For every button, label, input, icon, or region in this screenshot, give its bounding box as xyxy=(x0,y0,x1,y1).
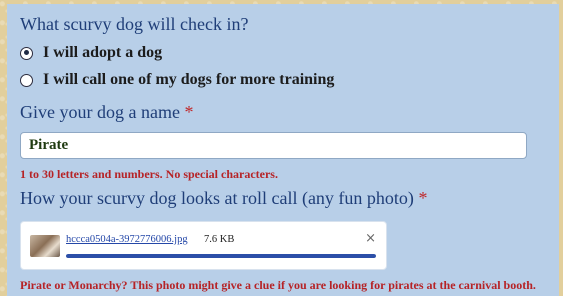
dog-name-label: Give your dog a name * xyxy=(20,102,193,123)
question-title: What scurvy dog will check in? xyxy=(20,14,249,34)
required-marker: * xyxy=(418,188,428,208)
radio-button-checked[interactable] xyxy=(20,46,33,60)
dog-name-label-text: Give your dog a name xyxy=(20,102,180,122)
photo-label-text: How your scurvy dog looks at roll call (… xyxy=(20,188,414,208)
radio-option-adopt[interactable]: I will adopt a dog xyxy=(20,44,162,62)
photo-thumbnail[interactable] xyxy=(30,235,60,257)
radio-label-adopt: I will adopt a dog xyxy=(43,44,163,61)
uploaded-file-card: hccca0504a-3972776006.jpg 7.6 KB × xyxy=(20,221,387,270)
radio-option-training[interactable]: I will call one of my dogs for more trai… xyxy=(20,71,334,89)
upload-progress-fill xyxy=(66,254,376,258)
file-name-link[interactable]: hccca0504a-3972776006.jpg xyxy=(66,234,188,245)
photo-label: How your scurvy dog looks at roll call (… xyxy=(20,188,427,209)
dog-name-input[interactable] xyxy=(20,132,527,159)
file-size: 7.6 KB xyxy=(204,234,235,245)
radio-label-training: I will call one of my dogs for more trai… xyxy=(43,71,335,88)
radio-button-unchecked[interactable] xyxy=(20,73,33,87)
dog-name-hint: 1 to 30 letters and numbers. No special … xyxy=(20,167,278,181)
required-marker: * xyxy=(184,102,194,122)
photo-note: Pirate or Monarchy? This photo might giv… xyxy=(20,278,536,292)
remove-file-icon[interactable]: × xyxy=(365,231,376,246)
form-panel: What scurvy dog will check in? I will ad… xyxy=(7,4,559,296)
upload-progress-bar xyxy=(66,254,376,258)
